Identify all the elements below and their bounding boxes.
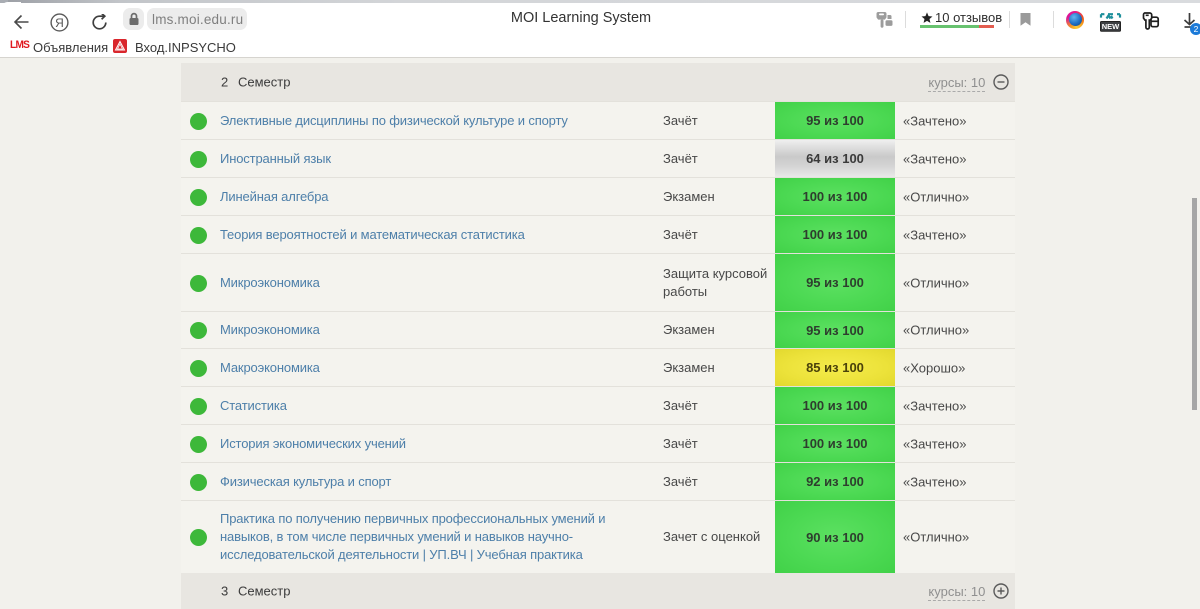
svg-text:NEW: NEW: [1102, 22, 1120, 31]
